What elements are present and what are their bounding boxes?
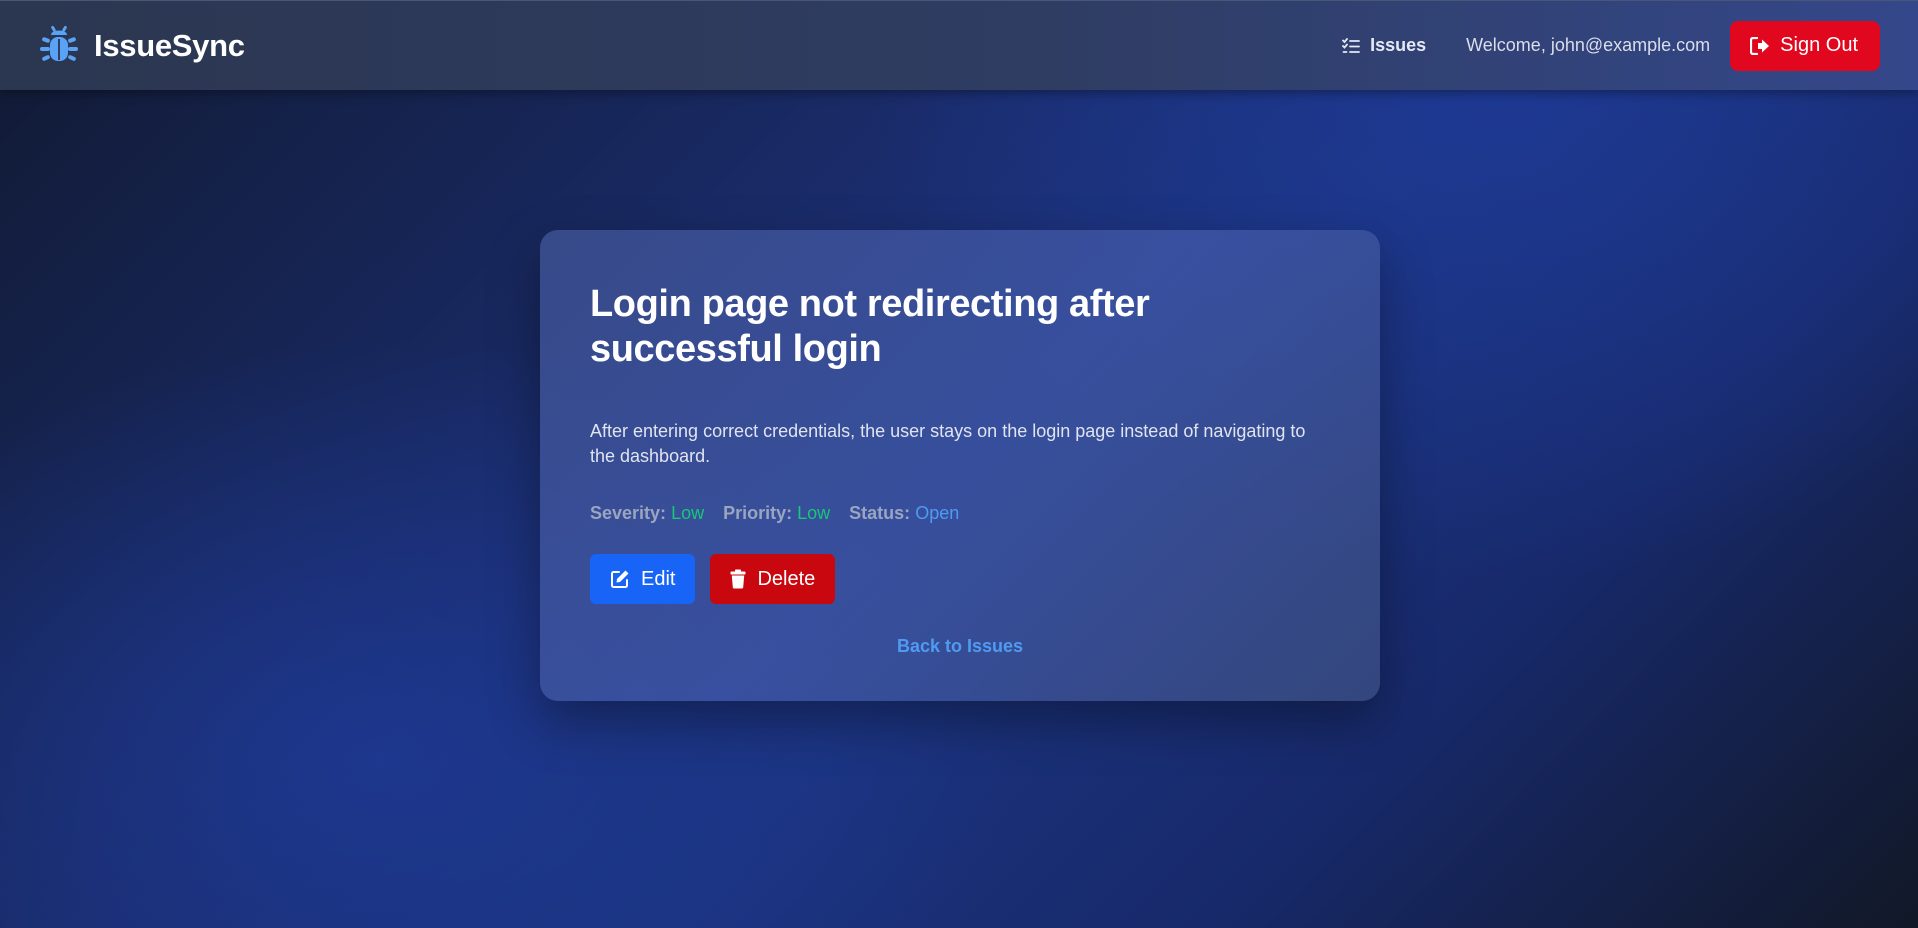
status-label: Status: <box>849 503 911 523</box>
top-navbar: IssueSync Issues Welcome, john@example.c… <box>0 0 1918 90</box>
issue-meta: Severity: Low Priority: Low Status: Open <box>590 503 1330 524</box>
status-value: Open <box>915 503 960 523</box>
brand-name: IssueSync <box>94 27 245 63</box>
welcome-text: Welcome, john@example.com <box>1466 35 1711 55</box>
delete-button[interactable]: Delete <box>710 554 836 604</box>
issue-description: After entering correct credentials, the … <box>590 421 1306 466</box>
nav-issues-link[interactable]: Issues <box>1342 35 1426 56</box>
edit-button[interactable]: Edit <box>590 554 696 604</box>
issue-actions: Edit Delete <box>590 554 1330 604</box>
list-check-icon <box>1342 37 1360 54</box>
bug-icon <box>38 25 80 67</box>
nav-issues-label: Issues <box>1370 35 1427 55</box>
delete-label: Delete <box>757 567 816 590</box>
back-to-issues-link[interactable]: Back to Issues <box>590 636 1330 657</box>
brand-logo-link[interactable]: IssueSync <box>38 25 245 67</box>
issue-detail-card: Login page not redirecting after success… <box>540 230 1380 701</box>
priority-value: Low <box>797 503 831 523</box>
trash-icon <box>730 569 746 589</box>
severity-field: Severity: Low <box>590 503 704 524</box>
issue-title: Login page not redirecting after success… <box>590 283 1150 370</box>
severity-label: Severity: <box>590 503 667 523</box>
severity-value: Low <box>671 503 705 523</box>
sign-out-icon <box>1750 36 1770 55</box>
status-field: Status: Open <box>849 503 959 524</box>
edit-icon <box>610 569 630 589</box>
sign-out-button[interactable]: Sign Out <box>1730 20 1880 71</box>
edit-label: Edit <box>641 567 676 590</box>
priority-field: Priority: Low <box>723 503 830 524</box>
nav-right: Issues Welcome, john@example.com Sign Ou… <box>1342 20 1880 71</box>
priority-label: Priority: <box>723 503 793 523</box>
sign-out-label: Sign Out <box>1780 34 1858 56</box>
